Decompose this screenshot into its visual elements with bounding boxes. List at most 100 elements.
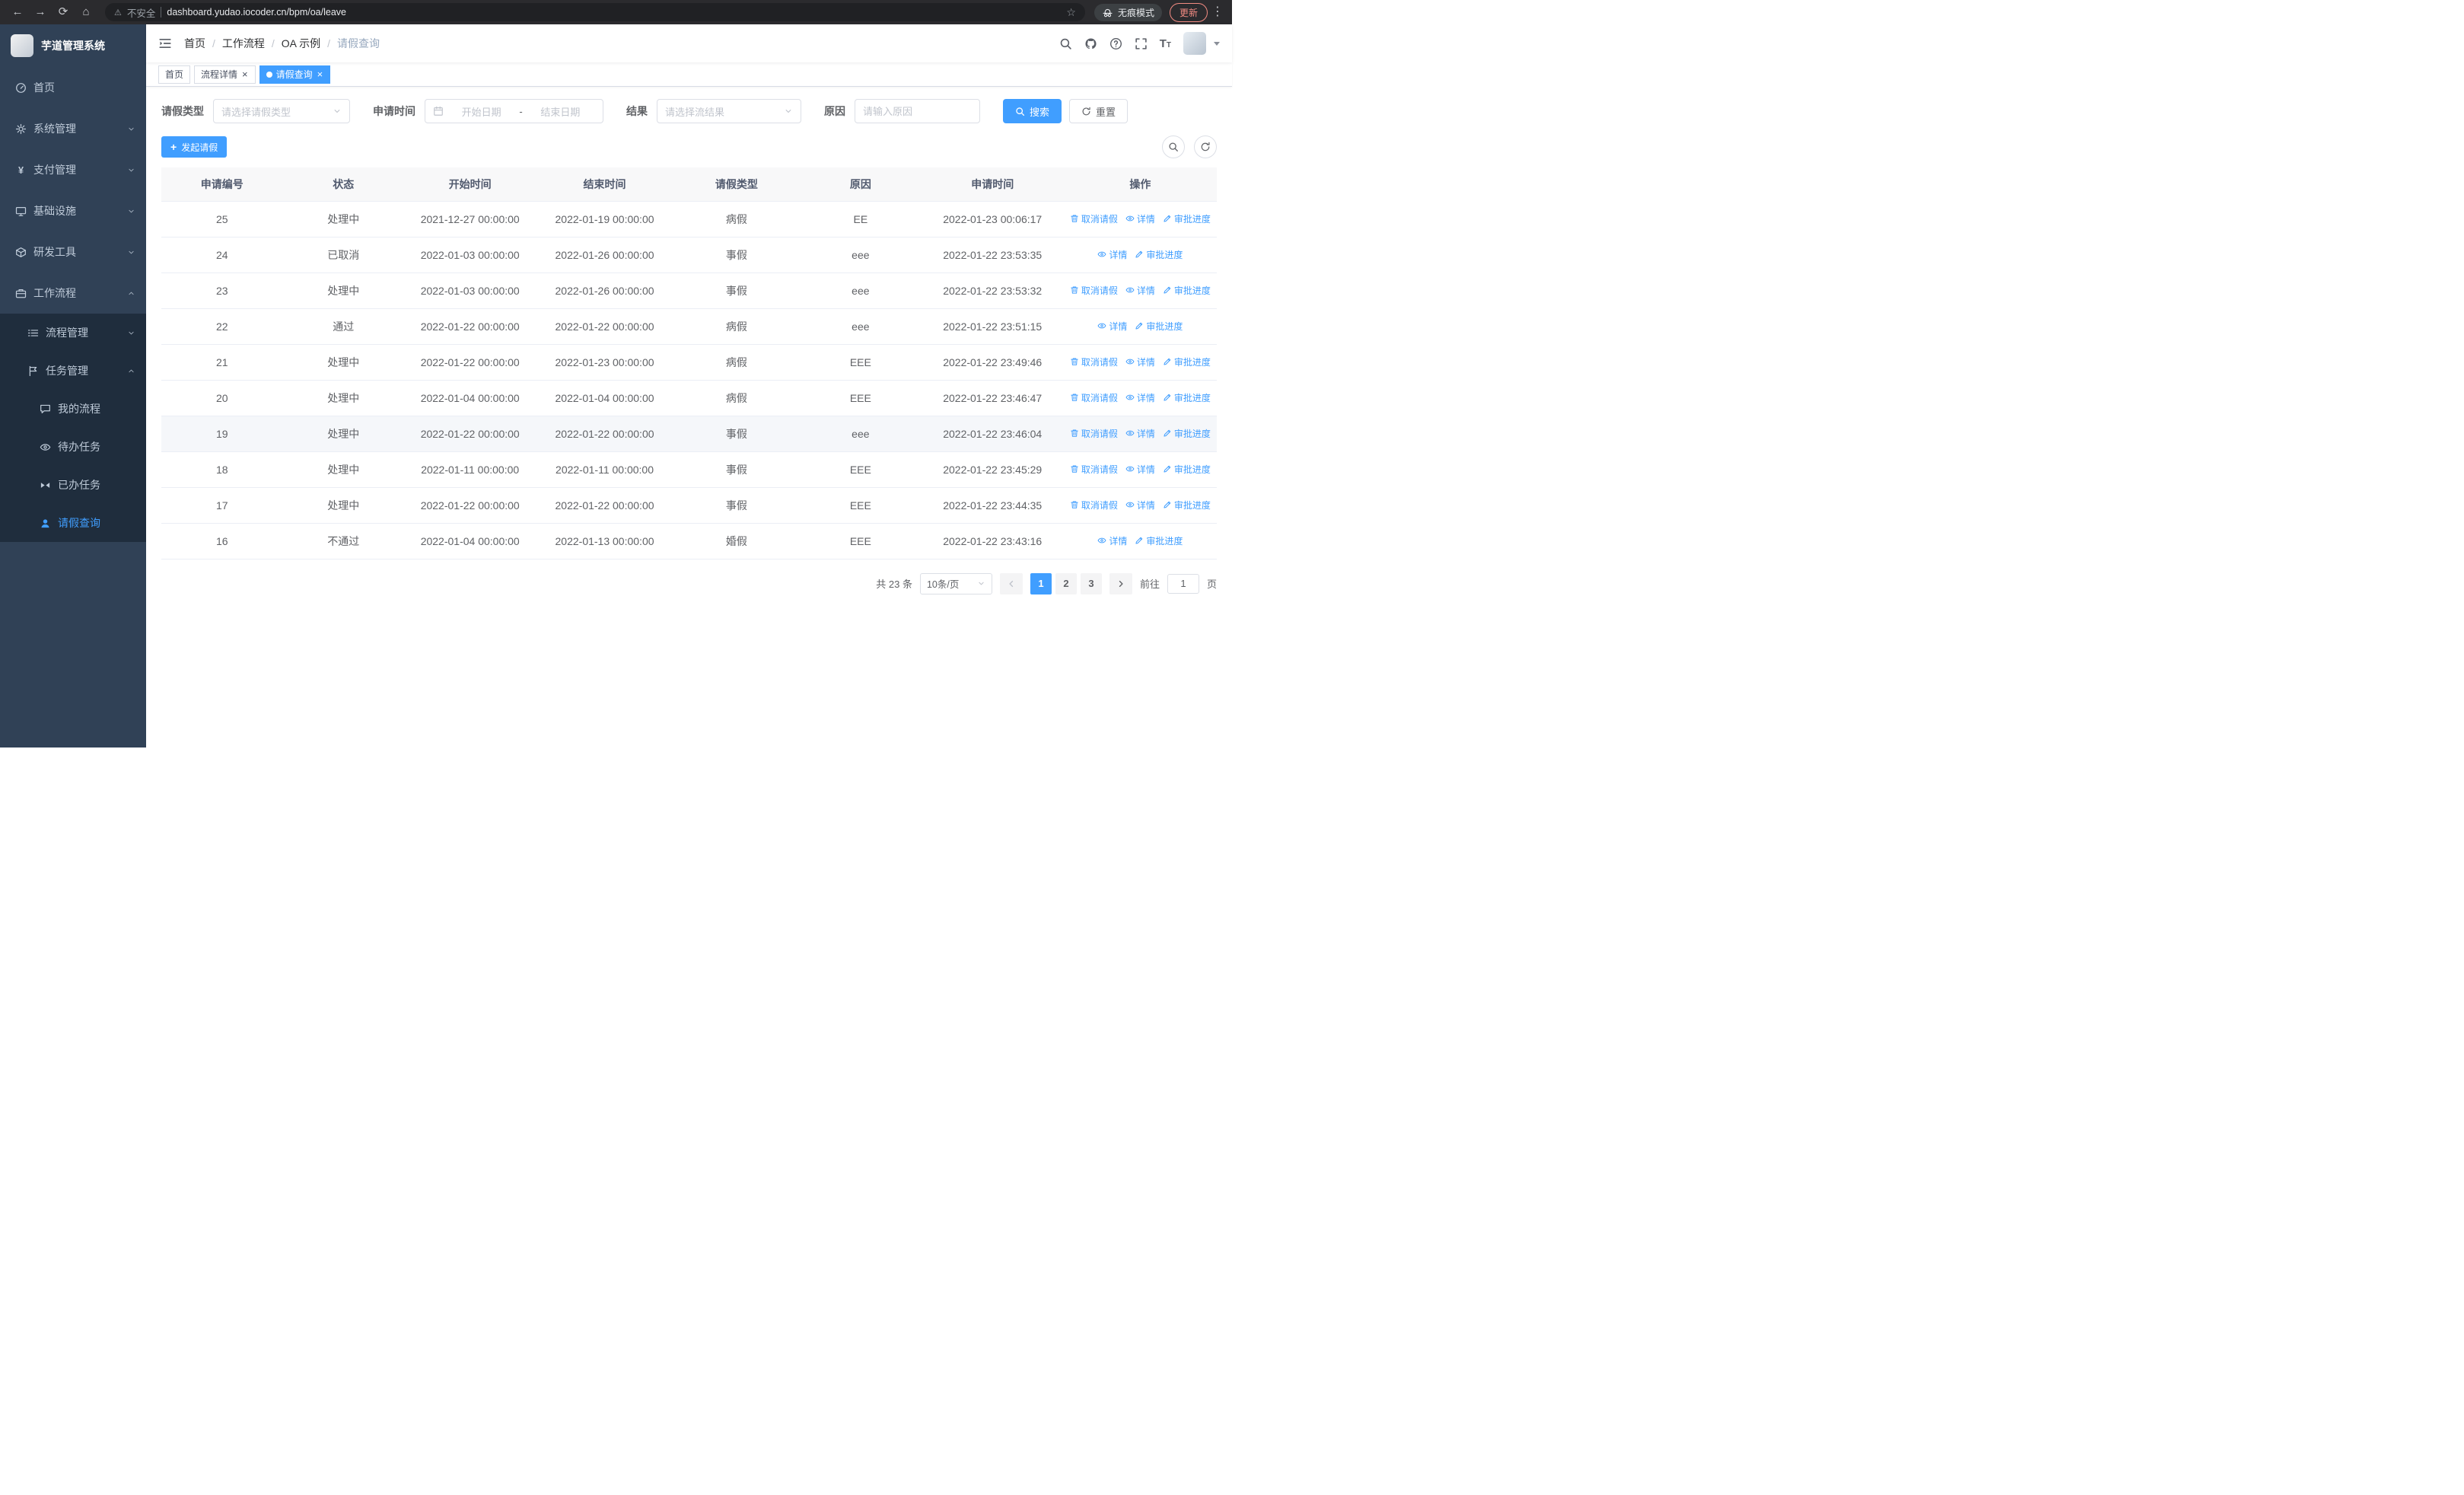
sidebar-logo[interactable]: 芋道管理系统 xyxy=(0,24,146,67)
detail-action-link[interactable]: 详情 xyxy=(1097,534,1127,547)
help-icon[interactable] xyxy=(1109,37,1122,50)
tab-close-icon[interactable]: × xyxy=(241,69,249,79)
progress-action-link[interactable]: 审批进度 xyxy=(1163,463,1211,476)
back-icon[interactable]: ← xyxy=(8,0,27,24)
page-number-button[interactable]: 2 xyxy=(1055,572,1077,594)
goto-label: 前往 xyxy=(1139,579,1160,590)
sidebar-item-payment[interactable]: ¥ 支付管理 xyxy=(0,149,146,190)
list-icon xyxy=(27,329,39,336)
detail-action-link[interactable]: 详情 xyxy=(1125,391,1155,404)
fullscreen-icon[interactable] xyxy=(1135,37,1148,50)
page-size-select[interactable]: 10条/页 xyxy=(919,572,992,594)
breadcrumb-item[interactable]: 工作流程 xyxy=(222,36,265,51)
page-number-button[interactable]: 1 xyxy=(1030,572,1052,594)
forward-icon[interactable]: → xyxy=(30,0,50,24)
detail-action-link[interactable]: 详情 xyxy=(1125,427,1155,440)
breadcrumb-item[interactable]: OA 示例 xyxy=(282,36,320,51)
bookmark-star-icon[interactable]: ☆ xyxy=(1066,6,1076,19)
sidebar-item-label: 请假查询 xyxy=(58,517,100,529)
chevron-down-icon xyxy=(129,250,134,253)
detail-action-link[interactable]: 详情 xyxy=(1125,284,1155,297)
sidebar-submenu: 流程管理 任务管理 我的流程 待办任务 已办任务请假查询 xyxy=(0,314,146,542)
user-avatar[interactable] xyxy=(1183,32,1206,55)
apply-time-range-picker[interactable]: 开始日期 - 结束日期 xyxy=(425,99,603,123)
cancel-action-link[interactable]: 取消请假 xyxy=(1070,355,1118,368)
sidebar-item-my-process[interactable]: 我的流程 xyxy=(0,390,146,428)
pagination-pages: 123 xyxy=(1030,572,1102,594)
sidebar-item-home[interactable]: 首页 xyxy=(0,67,146,108)
cancel-action-link[interactable]: 取消请假 xyxy=(1070,212,1118,225)
result-select[interactable]: 请选择流结果 xyxy=(657,99,801,123)
cancel-action-link[interactable]: 取消请假 xyxy=(1070,427,1118,440)
progress-action-link[interactable]: 审批进度 xyxy=(1163,284,1211,297)
breadcrumb-item[interactable]: 首页 xyxy=(184,36,205,51)
cancel-icon xyxy=(1071,286,1078,294)
tags-view: 首页 流程详情 × 请假查询 × xyxy=(146,62,1232,87)
cell-start: 2021-12-27 00:00:00 xyxy=(404,201,536,237)
search-icon[interactable] xyxy=(1059,37,1072,50)
detail-action-link[interactable]: 详情 xyxy=(1125,212,1155,225)
table-row: 16 不通过 2022-01-04 00:00:00 2022-01-13 00:00… xyxy=(161,523,1217,559)
tags-view-tab[interactable]: 首页 xyxy=(158,65,191,84)
avatar-dropdown-caret-icon[interactable] xyxy=(1214,41,1220,46)
sidebar-item-infra[interactable]: 基础设施 xyxy=(0,190,146,231)
address-bar[interactable]: ⚠ 不安全 dashboard.yudao.iocoder.cn/bpm/oa/… xyxy=(105,3,1085,21)
tags-view-tab[interactable]: 流程详情 × xyxy=(194,65,256,84)
sidebar-item-label: 工作流程 xyxy=(33,287,76,299)
eye-icon xyxy=(1125,215,1135,222)
sidebar-item-leave-query[interactable]: 请假查询 xyxy=(0,504,146,542)
refresh-table-button[interactable] xyxy=(1194,135,1217,158)
reload-icon[interactable]: ⟳ xyxy=(53,0,73,24)
page-number-button[interactable]: 3 xyxy=(1080,572,1102,594)
flag-icon xyxy=(29,365,37,376)
prev-page-button[interactable] xyxy=(999,572,1023,594)
cancel-action-link[interactable]: 取消请假 xyxy=(1070,463,1118,476)
cell-applied: 2022-01-22 23:43:16 xyxy=(921,523,1064,559)
detail-action-link[interactable]: 详情 xyxy=(1097,248,1127,261)
progress-action-link[interactable]: 审批进度 xyxy=(1135,320,1183,333)
reason-input[interactable] xyxy=(855,99,980,123)
sidebar-item-task-mgmt[interactable]: 任务管理 xyxy=(0,352,146,390)
font-size-icon[interactable]: TT xyxy=(1160,37,1171,50)
next-page-button[interactable] xyxy=(1109,572,1132,594)
tags-view-tab[interactable]: 请假查询 × xyxy=(259,65,331,84)
sidebar-item-devtools[interactable]: 研发工具 xyxy=(0,231,146,273)
reset-button[interactable]: 重置 xyxy=(1069,99,1129,123)
update-button[interactable]: 更新 xyxy=(1169,2,1208,22)
cell-type: 事假 xyxy=(673,416,801,452)
progress-action-link[interactable]: 审批进度 xyxy=(1163,355,1211,368)
sidebar-item-process-mgmt[interactable]: 流程管理 xyxy=(0,314,146,352)
sidebar-item-label: 研发工具 xyxy=(33,246,76,258)
sidebar-item-workflow[interactable]: 工作流程 xyxy=(0,273,146,314)
progress-action-link[interactable]: 审批进度 xyxy=(1163,499,1211,512)
cancel-action-link[interactable]: 取消请假 xyxy=(1070,499,1118,512)
browser-menu-icon[interactable]: ⋮ xyxy=(1211,0,1224,24)
tab-close-icon[interactable]: × xyxy=(317,69,324,79)
detail-action-link[interactable]: 详情 xyxy=(1097,320,1127,333)
search-button[interactable]: 搜索 xyxy=(1003,99,1062,123)
progress-action-link[interactable]: 审批进度 xyxy=(1135,248,1183,261)
progress-action-link[interactable]: 审批进度 xyxy=(1163,391,1211,404)
collapse-sidebar-icon[interactable] xyxy=(158,37,172,50)
leave-type-select[interactable]: 请选择请假类型 xyxy=(213,99,350,123)
goto-page-input[interactable] xyxy=(1167,573,1199,594)
cancel-action-link[interactable]: 取消请假 xyxy=(1070,391,1118,404)
sidebar-item-system[interactable]: 系统管理 xyxy=(0,108,146,149)
progress-action-link[interactable]: 审批进度 xyxy=(1163,212,1211,225)
home-icon[interactable]: ⌂ xyxy=(76,0,96,24)
cancel-icon xyxy=(1071,394,1078,401)
progress-action-link[interactable]: 审批进度 xyxy=(1163,427,1211,440)
progress-action-link[interactable]: 审批进度 xyxy=(1135,534,1183,547)
sidebar-item-label: 支付管理 xyxy=(33,164,76,176)
create-leave-button[interactable]: + 发起请假 xyxy=(161,136,228,158)
sidebar-item-todo-task[interactable]: 待办任务 xyxy=(0,428,146,466)
sidebar-item-done-task[interactable]: 已办任务 xyxy=(0,466,146,504)
github-icon[interactable] xyxy=(1084,37,1097,50)
leave-type-label: 请假类型 xyxy=(161,105,204,117)
end-date-placeholder: 结束日期 xyxy=(540,106,581,118)
detail-action-link[interactable]: 详情 xyxy=(1125,355,1155,368)
toggle-search-button[interactable] xyxy=(1162,135,1185,158)
detail-action-link[interactable]: 详情 xyxy=(1125,499,1155,512)
detail-action-link[interactable]: 详情 xyxy=(1125,463,1155,476)
cancel-action-link[interactable]: 取消请假 xyxy=(1070,284,1118,297)
